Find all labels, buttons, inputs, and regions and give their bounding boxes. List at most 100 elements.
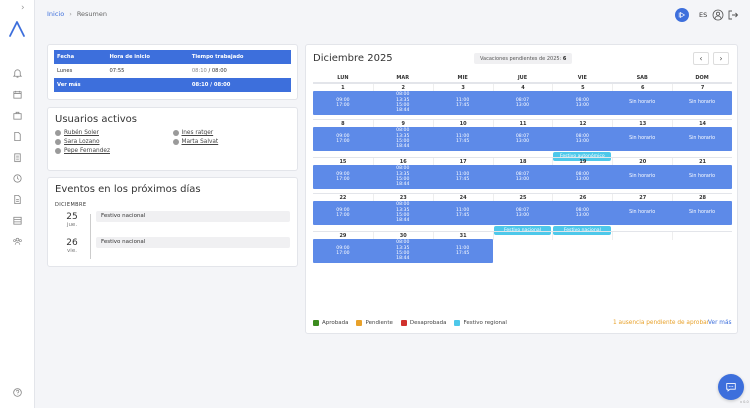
- logout-icon[interactable]: [727, 9, 739, 21]
- event-label[interactable]: Festivo nacional: [96, 211, 290, 222]
- legend-item: Desaprobada: [400, 320, 447, 326]
- schedule-time: 18:44: [396, 144, 410, 150]
- day-schedule[interactable]: 09:00 17:00: [313, 91, 373, 115]
- see-more-link[interactable]: Ver más: [54, 78, 107, 92]
- day-schedule[interactable]: 08:07 13:00: [493, 127, 553, 151]
- see-more-link[interactable]: Ver más: [708, 320, 732, 326]
- row-worked-value: 08:10: [191, 68, 207, 74]
- file-icon[interactable]: [11, 193, 23, 205]
- day-schedule[interactable]: 08:07 13:00: [493, 91, 553, 115]
- day-schedule[interactable]: 08:00 13:35 15:00 18:44: [373, 127, 433, 151]
- total-spacer: [106, 78, 189, 92]
- day-schedule[interactable]: 11:00 17:45: [433, 239, 493, 263]
- language-selector[interactable]: ES: [699, 11, 707, 19]
- calendar-week: 1 2 3 4 5 6 7 09:00 17:00 08:00 13:35 15:00 18:44 11:…: [313, 83, 732, 119]
- briefcase-icon[interactable]: [11, 109, 23, 121]
- legend-label: Desaprobada: [409, 320, 447, 326]
- user-profile-icon[interactable]: [712, 9, 724, 21]
- day-schedule[interactable]: 08:00 13:00: [552, 201, 612, 225]
- total-row: Ver más 08:10 / 08:00: [54, 78, 291, 92]
- avatar: [55, 130, 61, 136]
- legend-item: Festivo regional: [454, 320, 507, 326]
- event-item: 25 jue.: [55, 212, 89, 228]
- team-icon[interactable]: [11, 235, 23, 247]
- day-schedule[interactable]: 08:00 13:00: [552, 91, 612, 115]
- day-schedule[interactable]: 08:00 13:35 15:00 18:44: [373, 239, 433, 263]
- schedule-cells: 09:00 17:00 08:00 13:35 15:00 18:44 11:00 17:45…: [313, 127, 732, 151]
- user-item[interactable]: Ines ratger: [172, 130, 291, 136]
- row-worked-expected: / 08:00: [208, 68, 227, 74]
- day-schedule[interactable]: Sin horario: [612, 127, 672, 151]
- user-name: Marta Salvat: [181, 139, 219, 145]
- user-name: Pepe Fernandez: [64, 148, 110, 154]
- schedule-time: 13:00: [575, 213, 589, 218]
- schedule-time: 18:44: [396, 108, 410, 114]
- calendar-week: 15 16 17 18 19 20 21 09:00 17:00 08:00 13:35 15:00 1…: [313, 157, 732, 193]
- day-schedule[interactable]: 08:00 13:35 15:00 18:44: [373, 201, 433, 225]
- help-icon[interactable]: [11, 386, 23, 398]
- archive-icon[interactable]: [11, 214, 23, 226]
- schedule-time: 13:00: [575, 177, 589, 182]
- day-schedule[interactable]: 08:07 13:00: [493, 165, 553, 189]
- week-day-numbers: 1234567: [313, 83, 732, 92]
- schedule-cells: 09:00 17:00 08:00 13:35 15:00 18:44 11:00 17:45…: [313, 165, 732, 189]
- weekday-header: VIE: [577, 75, 587, 81]
- day-schedule[interactable]: 11:00 17:45: [433, 165, 493, 189]
- day-schedule[interactable]: Sin horario: [672, 165, 732, 189]
- calendar-icon[interactable]: [11, 88, 23, 100]
- app-logo-icon[interactable]: [8, 20, 26, 38]
- pending-vacation-count: 6: [562, 56, 567, 62]
- collapse-sidebar-icon[interactable]: ›: [21, 3, 25, 13]
- day-schedule[interactable]: Sin horario: [612, 201, 672, 225]
- day-schedule[interactable]: Sin horario: [612, 91, 672, 115]
- day-schedule[interactable]: Sin horario: [612, 165, 672, 189]
- table-row: Lunes 07:55 08:10 / 08:00: [54, 64, 291, 78]
- legend-swatch: [454, 320, 461, 326]
- document-icon[interactable]: [11, 130, 23, 142]
- day-schedule[interactable]: Sin horario: [672, 91, 732, 115]
- day-schedule[interactable]: 09:00 17:00: [313, 239, 373, 263]
- event-date: 26 vie.: [55, 238, 89, 254]
- day-schedule[interactable]: 08:00 13:35 15:00 18:44: [373, 91, 433, 115]
- event-weekday: vie.: [67, 248, 77, 254]
- avatar: [55, 148, 61, 154]
- week-day-numbers: 29 30 31: [313, 231, 732, 240]
- chat-button[interactable]: [718, 374, 744, 400]
- day-schedule[interactable]: 11:00 17:45: [433, 127, 493, 151]
- total-value: 08:10 / 08:00: [188, 78, 291, 92]
- legend-label: Festivo regional: [463, 320, 507, 326]
- weekday-header: DOM: [695, 75, 709, 81]
- day-schedule[interactable]: Sin horario: [672, 201, 732, 225]
- clock-in-button[interactable]: [675, 8, 689, 22]
- day-schedule[interactable]: 08:00 13:00: [552, 165, 612, 189]
- clock-icon[interactable]: [11, 172, 23, 184]
- schedule-time: 17:00: [336, 251, 350, 256]
- day-schedule[interactable]: 11:00 17:45: [433, 91, 493, 115]
- day-schedule[interactable]: 09:00 17:00: [313, 201, 373, 225]
- schedule-time: 17:00: [336, 139, 350, 144]
- next-month-button[interactable]: ›: [713, 52, 729, 65]
- user-item[interactable]: Sara Lozano: [55, 139, 173, 145]
- day-schedule[interactable]: 09:00 17:00: [313, 127, 373, 151]
- day-schedule[interactable]: Sin horario: [672, 127, 732, 151]
- bell-icon[interactable]: [11, 67, 23, 79]
- schedule-time: 17:45: [456, 139, 470, 144]
- chevron-right-icon: ›: [719, 54, 723, 63]
- clipboard-icon[interactable]: [11, 151, 23, 163]
- day-schedule[interactable]: 08:00 13:35 15:00 18:44: [373, 165, 433, 189]
- day-schedule[interactable]: 09:00 17:00: [313, 165, 373, 189]
- user-item[interactable]: Pepe Fernandez: [55, 148, 173, 154]
- event-label[interactable]: Festivo nacional: [96, 237, 290, 248]
- chevron-right-icon: ›: [69, 10, 72, 18]
- pending-absence-link[interactable]: 1 ausencia pendiente de aprobar: [613, 320, 709, 326]
- calendar-week: 8 9 10 11 12 13 14 09:00 17:00 08:00 13:35 15:00 18:…: [313, 119, 732, 161]
- weekday-header: MIE: [457, 75, 468, 81]
- day-schedule[interactable]: 08:00 13:00: [552, 127, 612, 151]
- day-schedule[interactable]: 08:07 13:00: [493, 201, 553, 225]
- breadcrumb-home-link[interactable]: Inicio: [47, 10, 64, 18]
- user-item[interactable]: Marta Salvat: [172, 139, 291, 145]
- previous-month-button[interactable]: ‹: [693, 52, 709, 65]
- day-schedule[interactable]: 11:00 17:45: [433, 201, 493, 225]
- user-item[interactable]: Rubén Soler: [55, 130, 173, 136]
- events-title: Eventos en los próximos días: [55, 184, 201, 195]
